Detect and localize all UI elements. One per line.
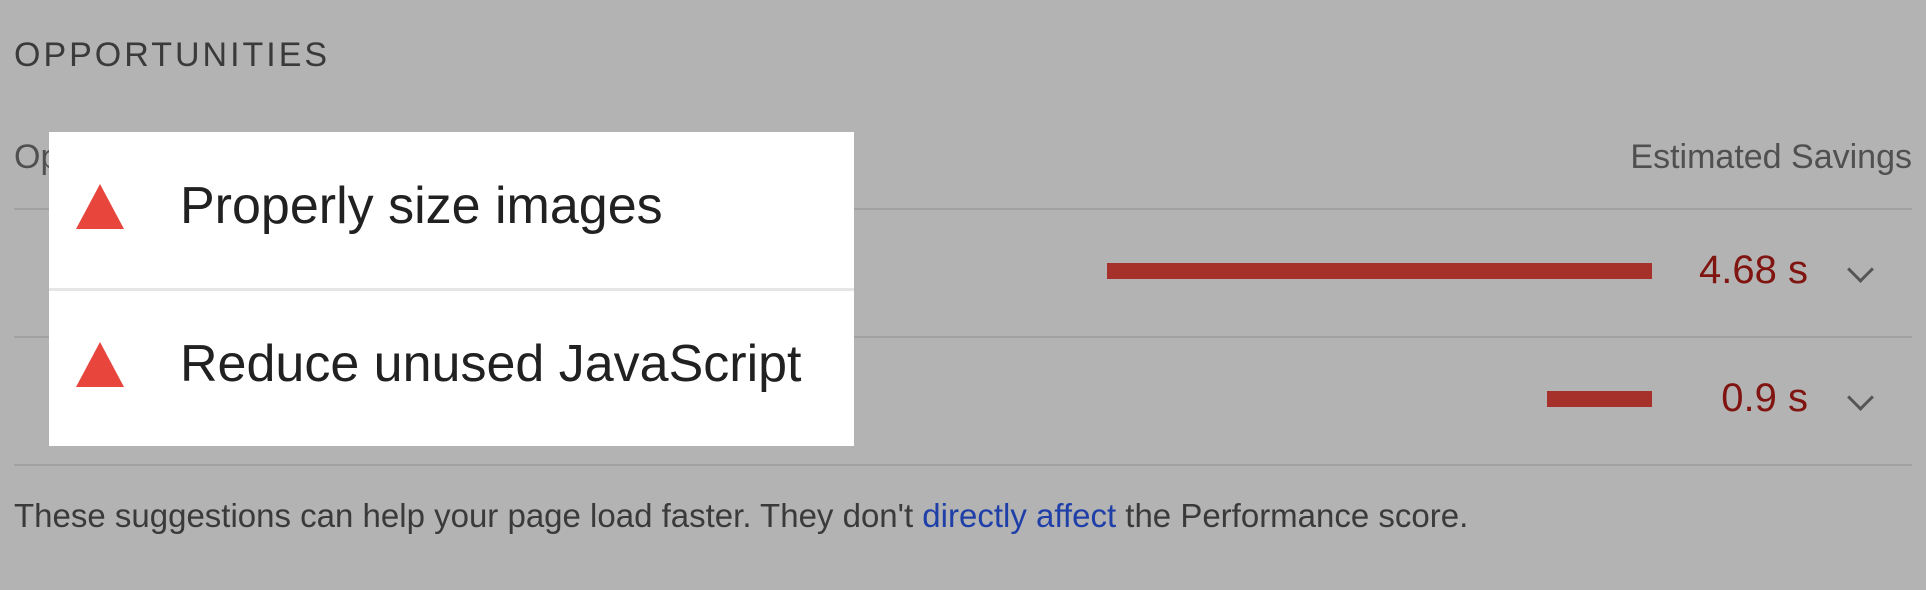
savings-value: 4.68 s — [1699, 248, 1808, 292]
opportunity-title: Reduce unused JavaScript — [180, 335, 802, 393]
chevron-down-icon[interactable] — [1847, 256, 1874, 283]
warning-triangle-icon — [76, 184, 124, 229]
directly-affect-link[interactable]: directly affect — [922, 497, 1116, 534]
chevron-down-icon[interactable] — [1847, 384, 1874, 411]
savings-value: 0.9 s — [1721, 376, 1808, 420]
footer-text-before: These suggestions can help your page loa… — [14, 497, 923, 534]
opportunity-title: Properly size images — [180, 177, 663, 235]
opportunity-titles-callout: Properly size images Reduce unused JavaS… — [49, 132, 854, 446]
callout-item-properly-size-images[interactable]: Properly size images — [49, 132, 854, 291]
savings-bar — [1547, 391, 1652, 407]
callout-item-reduce-unused-javascript[interactable]: Reduce unused JavaScript — [49, 290, 854, 446]
savings-bar — [1107, 263, 1652, 279]
opportunities-footer-note: These suggestions can help your page loa… — [14, 497, 1468, 535]
section-title: OPPORTUNITIES — [14, 36, 331, 74]
estimated-savings-column-header: Estimated Savings — [1630, 138, 1912, 176]
warning-triangle-icon — [76, 342, 124, 387]
footer-text-after: the Performance score. — [1116, 497, 1469, 534]
